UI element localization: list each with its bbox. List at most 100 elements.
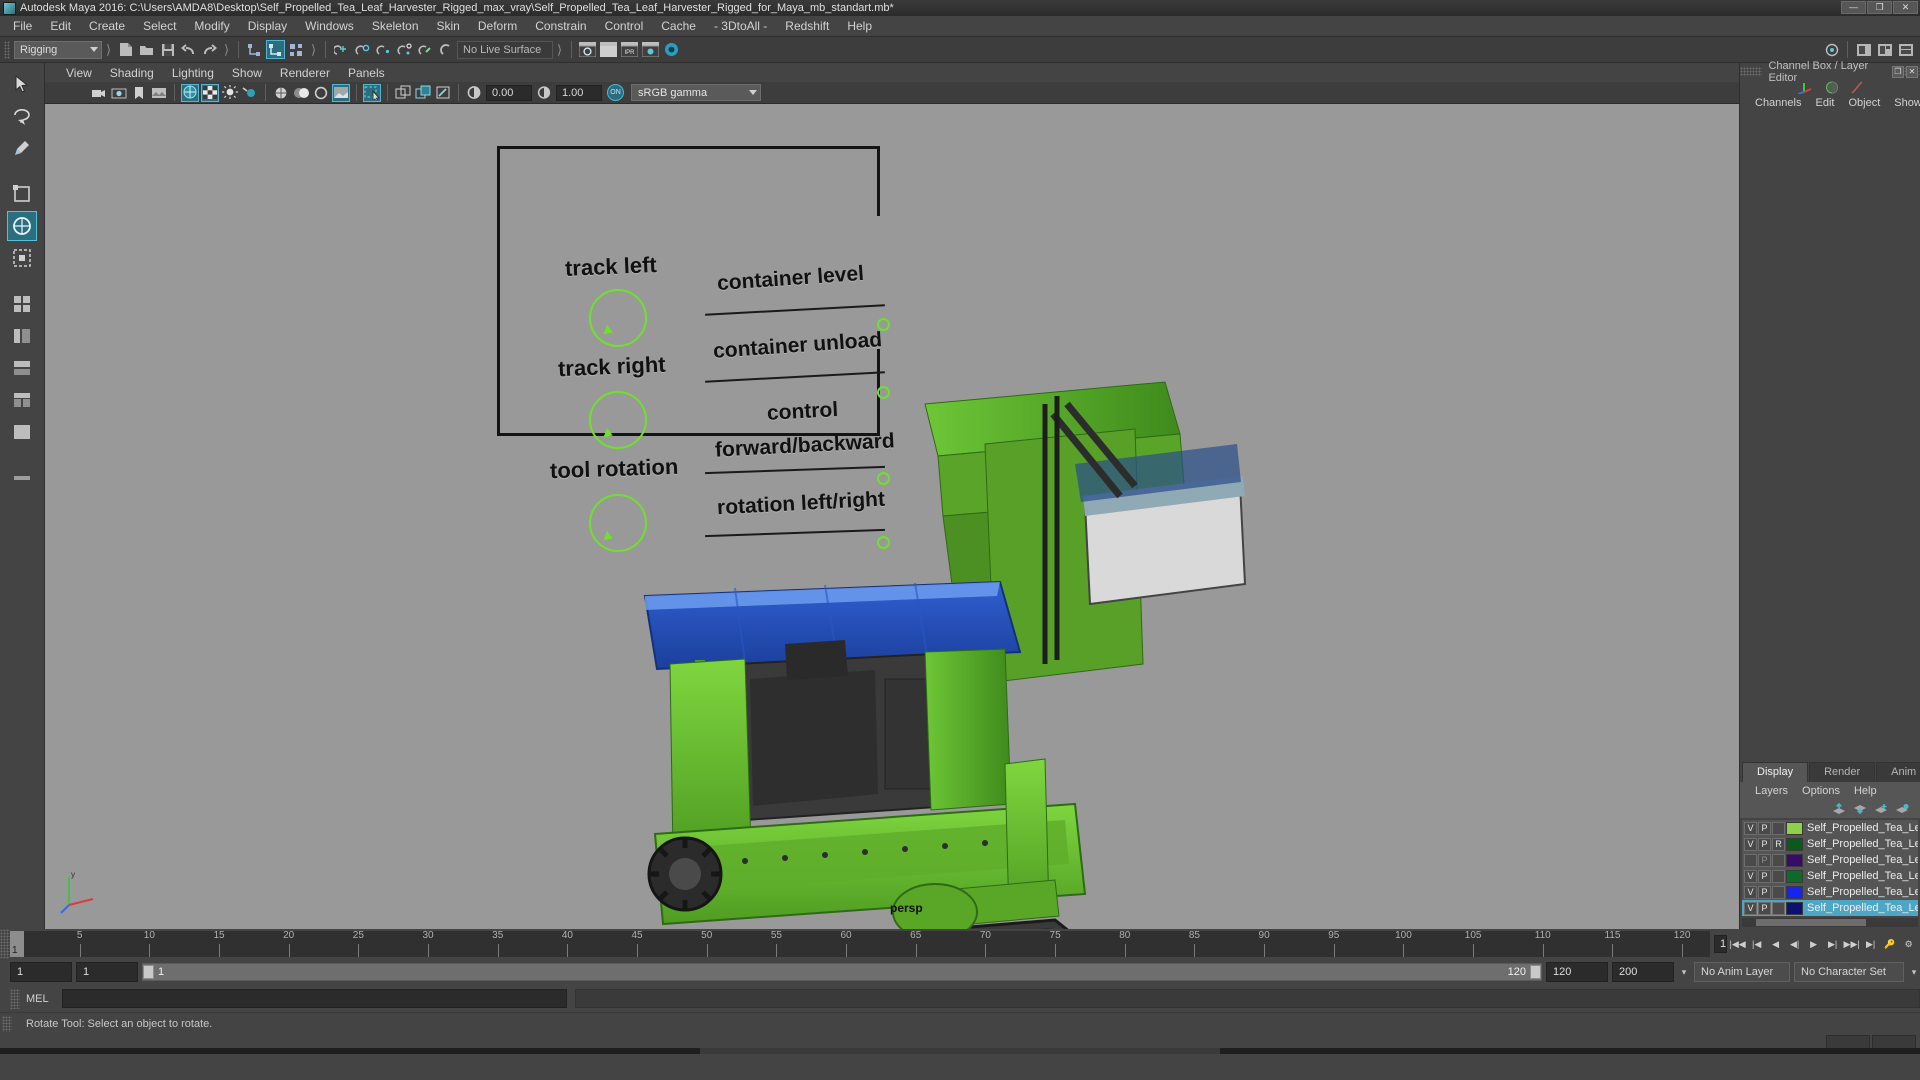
layer-visibility-toggle[interactable]: V bbox=[1744, 901, 1757, 915]
show-hide-modeling-toolkit-icon[interactable] bbox=[1822, 40, 1841, 59]
menu-file[interactable]: File bbox=[4, 17, 41, 35]
range-handle-left[interactable] bbox=[143, 965, 154, 979]
layer-playback-toggle[interactable]: P bbox=[1758, 885, 1771, 899]
select-by-hierarchy-icon[interactable] bbox=[245, 40, 264, 59]
gamma-icon[interactable] bbox=[535, 84, 553, 102]
menu-skeleton[interactable]: Skeleton bbox=[363, 17, 428, 35]
grid-toggle-icon[interactable] bbox=[201, 83, 219, 102]
range-menu-chevron-icon[interactable]: ▾ bbox=[1678, 967, 1690, 978]
viewport-menu-shading[interactable]: Shading bbox=[101, 65, 163, 81]
panel-grip-left[interactable] bbox=[1740, 67, 1763, 76]
layer-playback-toggle[interactable]: P bbox=[1758, 869, 1771, 883]
play-forwards-icon[interactable]: ▶ bbox=[1805, 936, 1822, 953]
layer-list-hscrollbar[interactable] bbox=[1742, 918, 1918, 927]
smooth-shade-all-icon[interactable] bbox=[292, 84, 310, 102]
new-layer-icon[interactable] bbox=[1874, 803, 1889, 815]
display-layer-list[interactable]: VPSelf_Propelled_Tea_Leaf_HVPRSelf_Prope… bbox=[1742, 820, 1918, 916]
menu-select[interactable]: Select bbox=[134, 17, 185, 35]
move-layer-up-icon[interactable] bbox=[1832, 803, 1847, 815]
isolate-select-icon[interactable] bbox=[394, 84, 412, 102]
snap-to-projected-center-icon[interactable] bbox=[395, 40, 414, 59]
panel-close-icon[interactable]: ✕ bbox=[1906, 65, 1918, 78]
new-layer-from-selected-icon[interactable] bbox=[1895, 803, 1910, 815]
menu-windows[interactable]: Windows bbox=[296, 17, 363, 35]
go-to-end-icon[interactable]: ▶| bbox=[1862, 936, 1879, 953]
lights-off-icon[interactable] bbox=[221, 84, 239, 102]
step-forward-frame-icon[interactable]: ▶| bbox=[1824, 936, 1841, 953]
bookmark-icon[interactable] bbox=[130, 84, 148, 102]
layer-color-swatch[interactable] bbox=[1786, 885, 1803, 899]
go-to-start-icon[interactable]: |◀◀ bbox=[1729, 936, 1746, 953]
irr-render-region-icon[interactable] bbox=[599, 40, 618, 59]
menu-help[interactable]: Help bbox=[838, 17, 881, 35]
show-tool-settings-icon[interactable] bbox=[1875, 40, 1894, 59]
menu-cache[interactable]: Cache bbox=[652, 17, 705, 35]
channel-box-menu-show[interactable]: Show bbox=[1887, 96, 1920, 110]
menu-3dtoall[interactable]: - 3DtoAll - bbox=[705, 17, 776, 35]
layout-single-persp-icon[interactable] bbox=[7, 417, 37, 447]
layer-visibility-toggle[interactable]: V bbox=[1744, 837, 1757, 851]
range-start-field[interactable]: 1 bbox=[10, 962, 72, 982]
step-forward-key-icon[interactable]: ▶▶| bbox=[1843, 936, 1860, 953]
layer-reference-toggle[interactable] bbox=[1772, 853, 1785, 867]
snap-to-grid-icon[interactable] bbox=[332, 40, 351, 59]
menu-create[interactable]: Create bbox=[80, 17, 134, 35]
layer-playback-toggle[interactable]: P bbox=[1758, 853, 1771, 867]
new-scene-icon[interactable] bbox=[116, 40, 135, 59]
layer-tab-display[interactable]: Display bbox=[1742, 762, 1809, 782]
xray-toggle-icon[interactable] bbox=[363, 83, 381, 102]
time-slider-grip[interactable] bbox=[0, 929, 10, 959]
playback-end-field[interactable]: 120 bbox=[1546, 962, 1608, 982]
layer-reference-toggle[interactable] bbox=[1772, 869, 1785, 883]
command-input-field[interactable] bbox=[62, 989, 567, 1008]
layer-color-swatch[interactable] bbox=[1786, 869, 1803, 883]
use-all-lights-icon[interactable] bbox=[241, 84, 259, 102]
maximize-button[interactable]: ❐ bbox=[1867, 1, 1892, 14]
show-channel-box-icon[interactable] bbox=[1896, 40, 1915, 59]
ipr-render-icon[interactable]: IPR bbox=[620, 40, 639, 59]
shade-wireframe-icon[interactable] bbox=[312, 84, 330, 102]
redshift-render-icon[interactable] bbox=[662, 40, 681, 59]
select-tool-icon[interactable] bbox=[7, 69, 37, 99]
range-slider-bar[interactable]: 1 120 bbox=[142, 963, 1542, 981]
menu-modify[interactable]: Modify bbox=[185, 17, 238, 35]
live-surface-field[interactable]: No Live Surface bbox=[457, 40, 553, 59]
snap-to-view-plane-icon[interactable] bbox=[416, 40, 435, 59]
layout-persp-graph-icon[interactable] bbox=[7, 353, 37, 383]
menu-skin[interactable]: Skin bbox=[428, 17, 469, 35]
viewport-menu-panels[interactable]: Panels bbox=[339, 65, 394, 81]
time-slider[interactable]: 1 5 10 15 20 25 30 35 40 45 50 55 60 65 70 75 80 85 90 95 1… bbox=[10, 930, 1710, 957]
viewport-menu-lighting[interactable]: Lighting bbox=[163, 65, 223, 81]
layer-visibility-toggle[interactable]: V bbox=[1744, 821, 1757, 835]
save-scene-icon[interactable] bbox=[158, 40, 177, 59]
help-line-grip[interactable] bbox=[2, 1015, 12, 1032]
show-attribute-editor-icon[interactable] bbox=[1854, 40, 1873, 59]
command-language-label[interactable]: MEL bbox=[26, 993, 62, 1005]
layer-row[interactable]: VPR Self_Propelled_Tea_Leaf_Harv bbox=[1742, 836, 1918, 852]
animation-preferences-icon[interactable]: ⚙ bbox=[1900, 936, 1917, 953]
snap-to-point-icon[interactable] bbox=[374, 40, 393, 59]
select-camera-icon[interactable] bbox=[90, 84, 108, 102]
auto-key-icon[interactable]: 🔑 bbox=[1881, 936, 1898, 953]
step-back-key-icon[interactable]: |◀ bbox=[1748, 936, 1765, 953]
snap-to-curve-icon[interactable] bbox=[353, 40, 372, 59]
exposure-icon[interactable] bbox=[465, 84, 483, 102]
layer-playback-toggle[interactable]: P bbox=[1758, 901, 1771, 915]
menu-edit[interactable]: Edit bbox=[41, 17, 80, 35]
current-frame-field[interactable]: 1 bbox=[1714, 935, 1728, 953]
play-backwards-icon[interactable]: ◀| bbox=[1786, 936, 1803, 953]
layer-color-swatch[interactable] bbox=[1786, 837, 1803, 851]
camera-attributes-icon[interactable] bbox=[110, 84, 128, 102]
two-d-pan-zoom-icon[interactable] bbox=[181, 83, 199, 102]
layer-visibility-toggle[interactable]: V bbox=[1744, 869, 1757, 883]
current-time-indicator[interactable]: 1 bbox=[10, 931, 24, 957]
gamma-value-field[interactable]: 1.00 bbox=[556, 84, 602, 101]
menu-constrain[interactable]: Constrain bbox=[526, 17, 595, 35]
image-plane-icon[interactable] bbox=[150, 84, 168, 102]
viewport-menu-view[interactable]: View bbox=[57, 65, 101, 81]
redo-icon[interactable] bbox=[200, 40, 219, 59]
anim-layer-selector[interactable]: No Anim Layer bbox=[1694, 962, 1790, 982]
layer-color-swatch[interactable] bbox=[1786, 853, 1803, 867]
layer-color-swatch[interactable] bbox=[1786, 821, 1803, 835]
channel-box-menu-edit[interactable]: Edit bbox=[1808, 96, 1841, 110]
